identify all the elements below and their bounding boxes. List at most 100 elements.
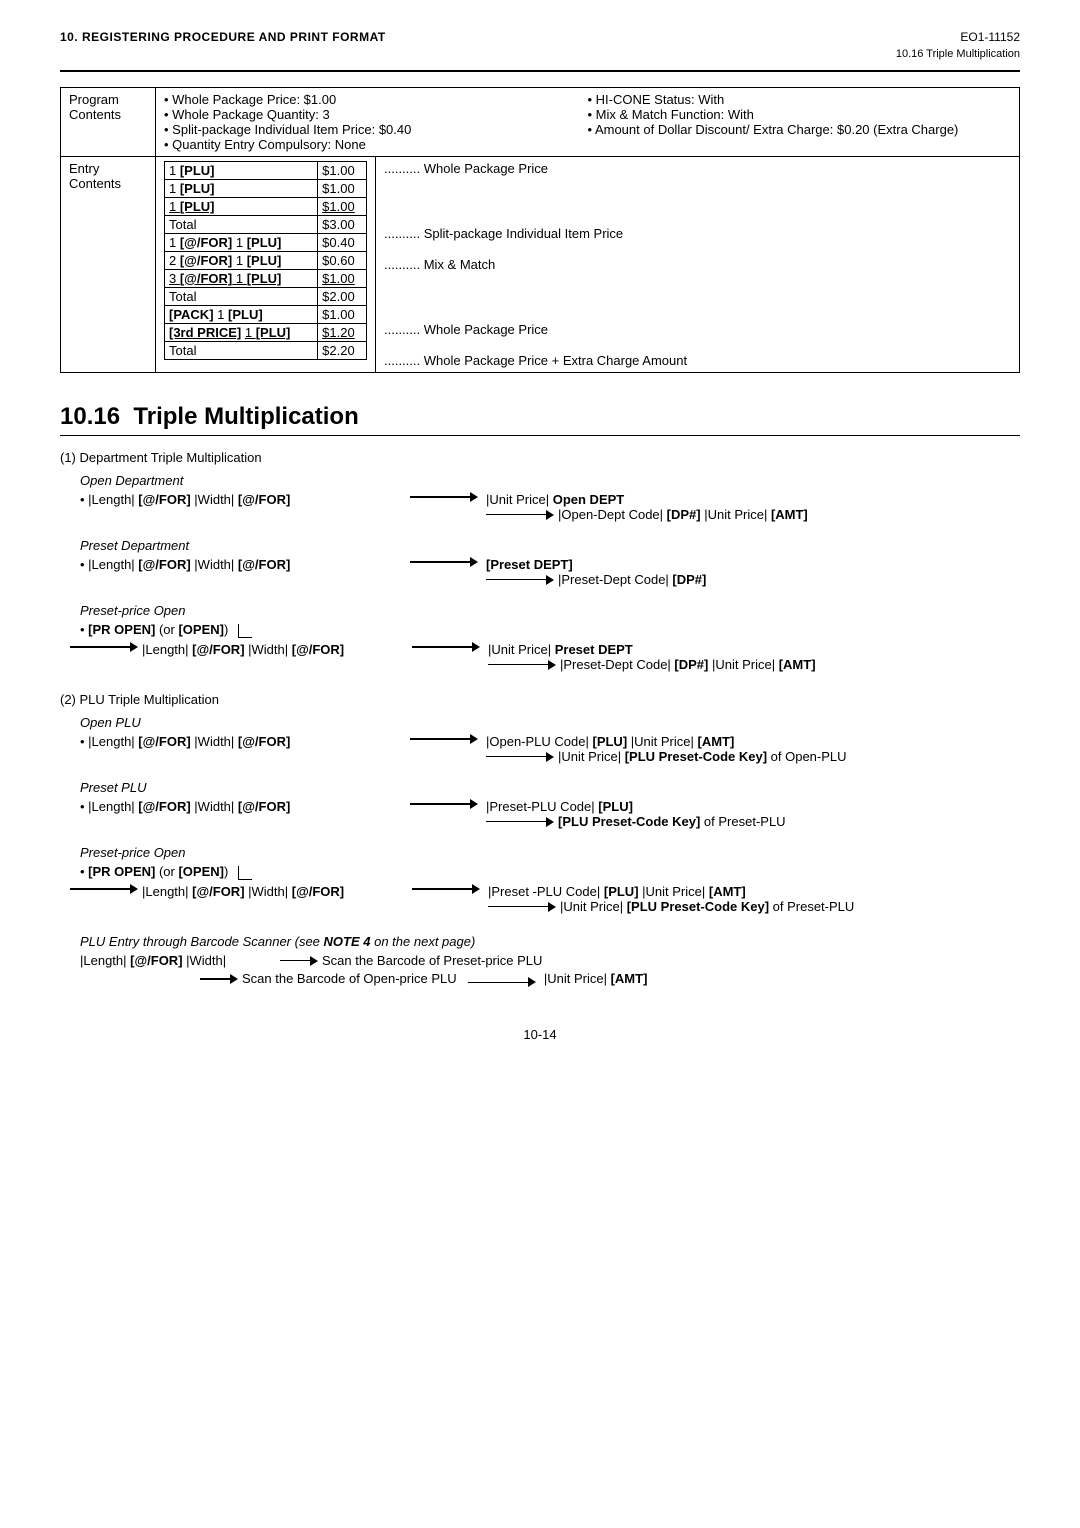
at-for-2: [@/FOR] [180, 253, 232, 268]
arrow-head-14 [548, 902, 556, 912]
entry-price-4: $0.40 [318, 234, 367, 252]
arrow-7 [488, 660, 556, 670]
barcode-left: |Length| [@/FOR] |Width| [80, 953, 280, 968]
plu-preset-code-bold-1: [PLU Preset-Code Key] [625, 749, 767, 764]
plu-bold-3: [PLU] [180, 199, 215, 214]
program-contents: • Whole Package Price: $1.00 • Whole Pac… [156, 88, 1020, 157]
at-for-preset-plu2: [@/FOR] [238, 799, 290, 814]
amt-bold-4: [AMT] [709, 884, 746, 899]
at-for-open-plu: [@/FOR] [138, 734, 190, 749]
barcode-head-2 [230, 974, 238, 984]
plu-bold-op1: [PLU] [592, 734, 627, 749]
barcode-arrow-1 [280, 956, 318, 966]
preset-price-open-plu-main-row: |Length| [@/FOR] |Width| [@/FOR] |Preset… [70, 884, 1020, 914]
at-for-preset-plu: [@/FOR] [138, 799, 190, 814]
dept-triple-section: (1) Department Triple Multiplication Ope… [60, 450, 1020, 672]
preset-price-open-dept-group: Preset-price Open • [PR OPEN] (or [OPEN]… [60, 603, 1020, 672]
prog-item-3: • Split-package Individual Item Price: $… [164, 122, 584, 137]
pr-open-plu-row: • [PR OPEN] (or [OPEN]) [80, 864, 1020, 880]
entry-item-8a: [3rd PRICE] 1 [PLU] [165, 324, 318, 342]
open-dept-or-bold: [OPEN] [178, 622, 224, 637]
open-plu-row: • |Length| [@/FOR] |Width| [@/FOR] |Open… [80, 734, 1020, 764]
entry-col1: 1 [PLU] $1.00 1 [PLU] $1.00 1 [PLU] $1.0… [156, 157, 376, 373]
arrow-head-12 [130, 884, 138, 894]
entry-row-3: 1 [PLU] $1.00 [165, 198, 367, 216]
preset-plu-title: Preset PLU [80, 780, 1020, 795]
open-dept-group: Open Department • |Length| [@/FOR] |Widt… [60, 473, 1020, 522]
entry-desc-3: .......... Mix & Match [384, 257, 1011, 272]
barcode-label-em: PLU Entry through Barcode Scanner (see N… [80, 934, 475, 949]
preset-price-open-plu-title: Preset-price Open [80, 845, 1020, 860]
corner-bracket-plu [238, 866, 252, 880]
arrow-line-13 [412, 888, 472, 890]
arrow-line-6 [412, 646, 472, 648]
entry-item-1a: 1 [PLU] [165, 162, 318, 180]
arrow-head-8 [470, 734, 478, 744]
entry-item-4a: 1 [@/FOR] 1 [PLU] [165, 234, 318, 252]
arrow-line-4 [486, 579, 546, 581]
preset-plu-title-em: Preset PLU [80, 780, 146, 795]
preset-plu-arrow [410, 799, 478, 809]
prog-item-5: • HI-CONE Status: With [588, 92, 1012, 107]
arrow-line-10 [410, 803, 470, 805]
entry-total-1: Total [165, 216, 318, 234]
at-for-ppo-plu: [@/FOR] [192, 884, 244, 899]
preset-dept-row: • |Length| [@/FOR] |Width| [@/FOR] [Pres… [80, 557, 1020, 587]
program-row: ProgramContents • Whole Package Price: $… [61, 88, 1020, 157]
entry-price-3: $1.00 [318, 198, 367, 216]
preset-dept-right-1: [Preset DEPT] [486, 557, 706, 572]
at-for-ppo-dept2: [@/FOR] [292, 642, 344, 657]
arrow-line-2 [486, 514, 546, 516]
preset-plu-right-1: |Preset-PLU Code| [PLU] [486, 799, 786, 814]
dp-bold-1: [DP#] [667, 507, 701, 522]
barcode-label: PLU Entry through Barcode Scanner (see N… [80, 934, 1020, 949]
program-inner: • Whole Package Price: $1.00 • Whole Pac… [164, 92, 1011, 152]
entry-arrow-plu [70, 884, 138, 894]
barcode-right-2-arrow [468, 977, 536, 987]
program-label: ProgramContents [61, 88, 156, 157]
section-sub-header: 10.16 Triple Multiplication [60, 48, 1020, 60]
entry-desc-4: .......... Whole Package Price [384, 322, 1011, 337]
prog-item-1: • Whole Package Price: $1.00 [164, 92, 584, 107]
entry-label: EntryContents [61, 157, 156, 373]
open-plu-right-2-row: |Unit Price| [PLU Preset-Code Key] of Op… [486, 749, 847, 764]
entry-row-1: 1 [PLU] $1.00 [165, 162, 367, 180]
arrow-9 [486, 752, 554, 762]
arrow-line-7 [488, 664, 548, 666]
preset-dept-title: Preset Department [80, 538, 1020, 553]
page-footer: 10-14 [60, 1027, 1020, 1042]
entry-total-row-1: Total $3.00 [165, 216, 367, 234]
ppo-dept-right: |Unit Price| Preset DEPT |Preset-Dept Co… [488, 642, 816, 672]
plu-bold-ppo: [PLU] [604, 884, 639, 899]
prog-item-4: • Quantity Entry Compulsory: None [164, 137, 584, 152]
ppo-plu-right: |Preset -PLU Code| [PLU] |Unit Price| [A… [488, 884, 854, 914]
arrow-head-6 [472, 642, 480, 652]
arrow-11 [486, 817, 554, 827]
entry-total-price-2: $2.00 [318, 288, 367, 306]
arrow-2 [486, 510, 554, 520]
barcode-right-2-text: |Unit Price| [AMT] [544, 971, 648, 986]
preset-dept-right-2: |Preset-Dept Code| [DP#] [558, 572, 706, 587]
barcode-arrow-2 [200, 974, 238, 984]
preset-plu-right: |Preset-PLU Code| [PLU] [PLU Preset-Code… [486, 799, 786, 829]
ppo-dept-right-2: |Preset-Dept Code| [DP#] |Unit Price| [A… [560, 657, 816, 672]
barcode-scanner-section: PLU Entry through Barcode Scanner (see N… [80, 934, 1020, 987]
entry-total-2: Total [165, 288, 318, 306]
plu-triple-section: (2) PLU Triple Multiplication Open PLU •… [60, 692, 1020, 914]
preset-dept-group: Preset Department • |Length| [@/FOR] |Wi… [60, 538, 1020, 587]
amt-bold-5: [AMT] [611, 971, 648, 986]
doc-number: EO1-11152 [960, 30, 1020, 44]
barcode-head-1 [310, 956, 318, 966]
arrow-head-13 [472, 884, 480, 894]
preset-price-open-dept-main-row: |Length| [@/FOR] |Width| [@/FOR] |Unit P… [70, 642, 1020, 672]
chapter-title: 10. REGISTERING PROCEDURE AND PRINT FORM… [60, 30, 386, 44]
barcode-long-line [468, 982, 528, 984]
entry-price-5: $0.60 [318, 252, 367, 270]
plu-bold-5: [PLU] [247, 253, 282, 268]
entry-total-row-3: Total $2.20 [165, 342, 367, 360]
entry-total-3: Total [165, 342, 318, 360]
open-plu-right-2: |Unit Price| [PLU Preset-Code Key] of Op… [558, 749, 847, 764]
preset-plu-left: • |Length| [@/FOR] |Width| [@/FOR] [80, 799, 410, 814]
prog-item-7: • Amount of Dollar Discount/ Extra Charg… [588, 122, 1012, 137]
prog-inner-row: • Whole Package Price: $1.00 • Whole Pac… [164, 92, 1011, 152]
